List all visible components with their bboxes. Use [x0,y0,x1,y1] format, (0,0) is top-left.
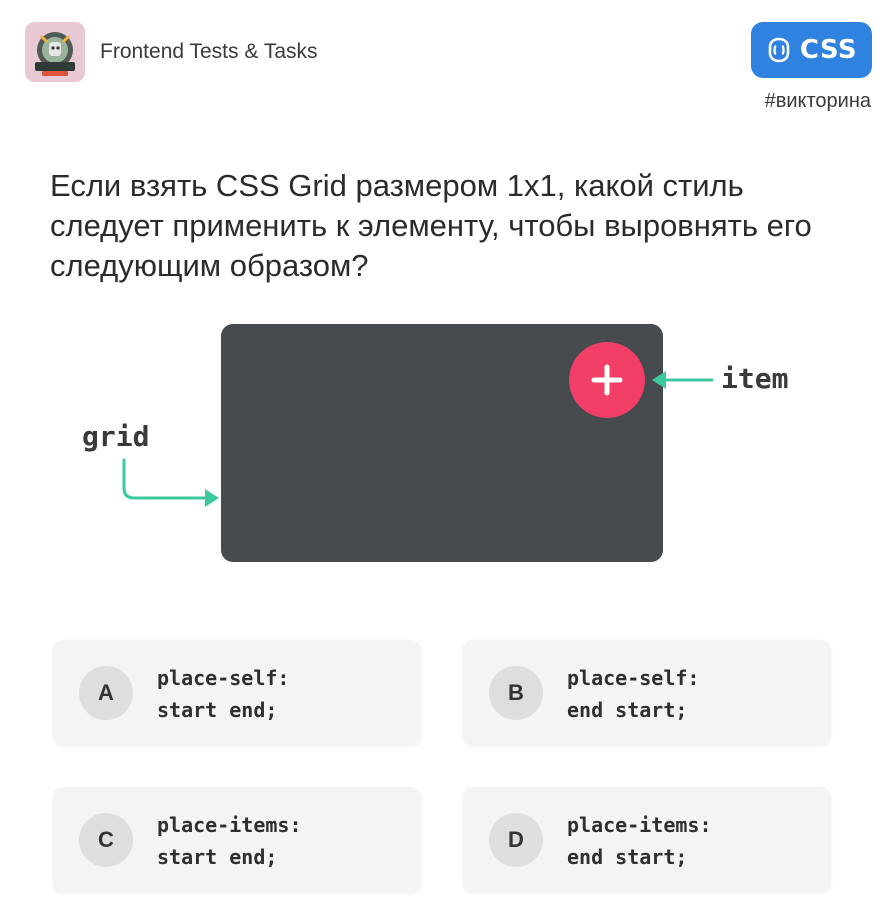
grid-label: grid [82,420,150,453]
option-code: place-items: start end; [157,809,302,873]
item-arrow-icon [652,371,714,389]
option-code-line: place-self: [157,666,290,690]
quiz-hashtag[interactable]: #викторина [765,90,871,113]
option-code: place-self: start end; [157,662,289,726]
option-code-line: start end; [157,698,278,722]
css-shield-icon [768,37,790,63]
css-tag-badge: CSS [751,22,872,78]
option-code-line: place-self: [567,666,700,690]
channel-logo-icon [25,22,85,82]
answer-option-d[interactable]: D place-items: end start; [463,787,831,893]
answer-option-c[interactable]: C place-items: start end; [53,787,421,893]
option-letter: A [79,666,133,720]
option-code: place-items: end start; [567,809,712,873]
question-text: Если взять CSS Grid размером 1x1, какой … [50,168,812,283]
option-letter: D [489,813,543,867]
answer-option-b[interactable]: B place-self: end start; [463,640,831,746]
grid-diagram: item grid [0,310,892,580]
option-letter: C [79,813,133,867]
post-header: Frontend Tests & Tasks CSS #викторина [0,0,892,120]
option-code-line: start end; [157,845,278,869]
option-code: place-self: end start; [567,662,699,726]
item-label: item [721,362,789,395]
channel-avatar[interactable] [25,22,85,82]
option-letter: B [489,666,543,720]
option-code-line: end start; [567,698,688,722]
grid-arrow-icon [122,458,219,507]
answer-option-a[interactable]: A place-self: start end; [53,640,421,746]
option-code-line: end start; [567,845,688,869]
option-code-line: place-items: [567,813,712,837]
css-badge-label: CSS [799,35,858,65]
option-code-line: place-items: [157,813,302,837]
channel-name[interactable]: Frontend Tests & Tasks [100,40,318,64]
